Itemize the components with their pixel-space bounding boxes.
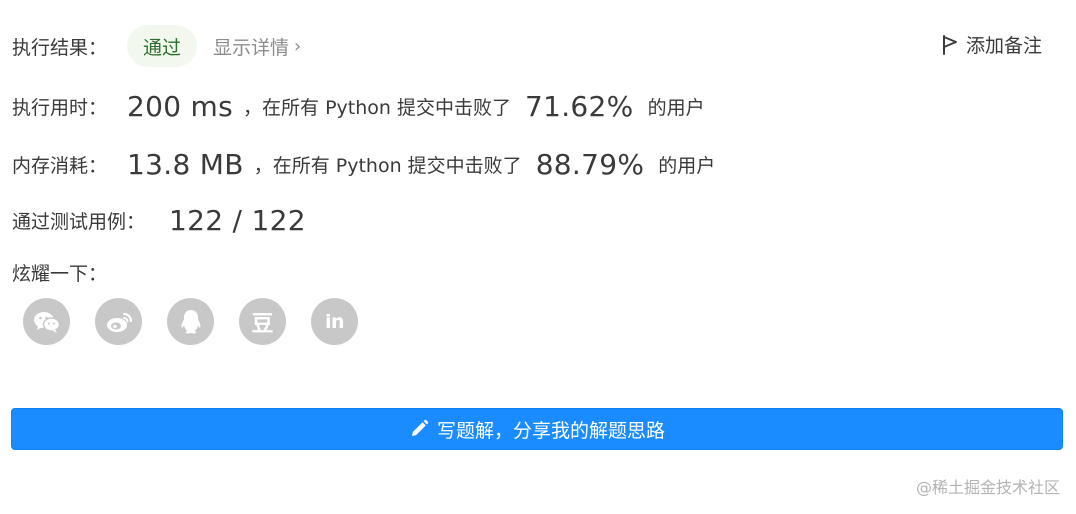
share-wechat-button[interactable] [23,298,70,345]
tests-label: 通过测试用例： [12,210,146,233]
share-qq-button[interactable] [167,298,214,345]
runtime-value: 200 ms [127,89,234,123]
memory-percent: 88.79% [535,147,645,181]
share-row: 炫耀一下： [12,256,107,288]
share-label: 炫耀一下： [12,262,108,285]
runtime-row: 执行用时： 200 ms ，在所有 Python 提交中击败了 71.62% 的… [12,84,705,128]
pencil-icon [411,419,429,436]
share-douban-button[interactable]: 豆 [239,298,286,345]
runtime-label: 执行用时： [12,96,108,119]
share-linkedin-button[interactable]: in [311,298,358,345]
write-solution-label: 写题解，分享我的解题思路 [436,419,665,442]
memory-label: 内存消耗： [12,154,108,177]
memory-compare-text: ，在所有 Python 提交中击败了 [253,154,522,177]
chevron-right-icon: › [294,35,302,57]
add-note-label: 添加备注 [965,35,1042,57]
add-note-button[interactable]: 添加备注 [942,31,1042,58]
douban-icon: 豆 [251,311,274,337]
tests-value: 122 / 122 [169,203,306,237]
flag-icon [942,34,957,55]
share-weibo-button[interactable] [95,298,142,345]
wechat-icon [33,311,60,333]
linkedin-icon: in [324,310,345,333]
qq-icon [180,309,201,334]
tests-row: 通过测试用例： 122 / 122 [12,198,306,242]
result-label: 执行结果： [12,36,108,59]
show-details-label: 显示详情 [213,36,290,59]
result-row: 执行结果： 通过 显示详情 › [12,24,301,68]
memory-row: 内存消耗： 13.8 MB ，在所有 Python 提交中击败了 88.79% … [12,142,715,186]
memory-value: 13.8 MB [127,147,244,181]
runtime-compare-text: ，在所有 Python 提交中击败了 [243,96,511,119]
share-icon-group: 豆 in [23,298,383,345]
write-solution-button[interactable]: 写题解，分享我的解题思路 [11,408,1063,450]
runtime-percent: 71.62% [524,89,634,123]
memory-suffix: 的用户 [658,154,716,177]
status-badge: 通过 [127,25,198,67]
show-details-link[interactable]: 显示详情 › [213,33,301,60]
weibo-icon [106,312,132,332]
submission-result-panel: 执行结果： 通过 显示详情 › 添加备注 执行用时： 200 ms ，在所有 P… [0,0,1076,514]
watermark-text: @稀土掘金技术社区 [915,478,1060,497]
runtime-suffix: 的用户 [647,96,705,119]
